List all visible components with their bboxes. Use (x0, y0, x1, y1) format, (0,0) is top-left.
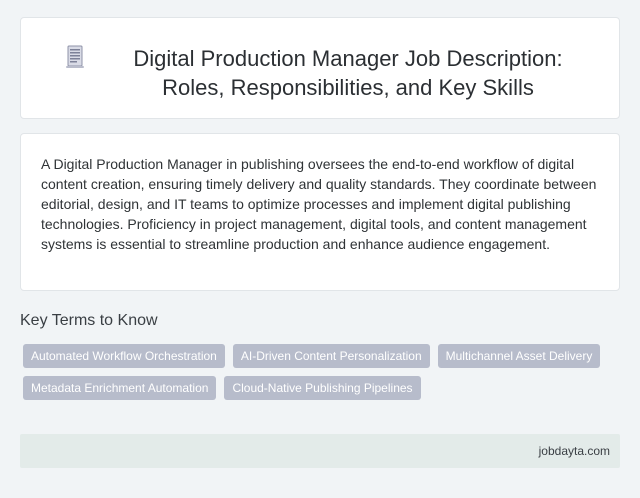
tag-ai-driven-content-personalization[interactable]: AI-Driven Content Personalization (232, 344, 430, 368)
description-card: A Digital Production Manager in publishi… (20, 133, 620, 291)
tag-multichannel-asset-delivery[interactable]: Multichannel Asset Delivery (437, 344, 601, 368)
key-terms-tags: Automated Workflow Orchestration AI-Driv… (23, 344, 623, 400)
title-card: Digital Production Manager Job Descripti… (20, 17, 620, 119)
page-title: Digital Production Manager Job Descripti… (83, 44, 613, 102)
title-line-2: Roles, Responsibilities, and Key Skills (162, 75, 534, 100)
tag-cloud-native-publishing-pipelines[interactable]: Cloud-Native Publishing Pipelines (224, 376, 421, 400)
description-text: A Digital Production Manager in publishi… (41, 156, 597, 252)
title-line-1: Digital Production Manager Job Descripti… (133, 46, 563, 71)
footer-site-link[interactable]: jobdayta.com (539, 444, 610, 458)
tag-metadata-enrichment-automation[interactable]: Metadata Enrichment Automation (23, 376, 217, 400)
key-terms-heading: Key Terms to Know (20, 312, 158, 329)
tag-automated-workflow-orchestration[interactable]: Automated Workflow Orchestration (23, 344, 225, 368)
footer: jobdayta.com (20, 434, 620, 468)
